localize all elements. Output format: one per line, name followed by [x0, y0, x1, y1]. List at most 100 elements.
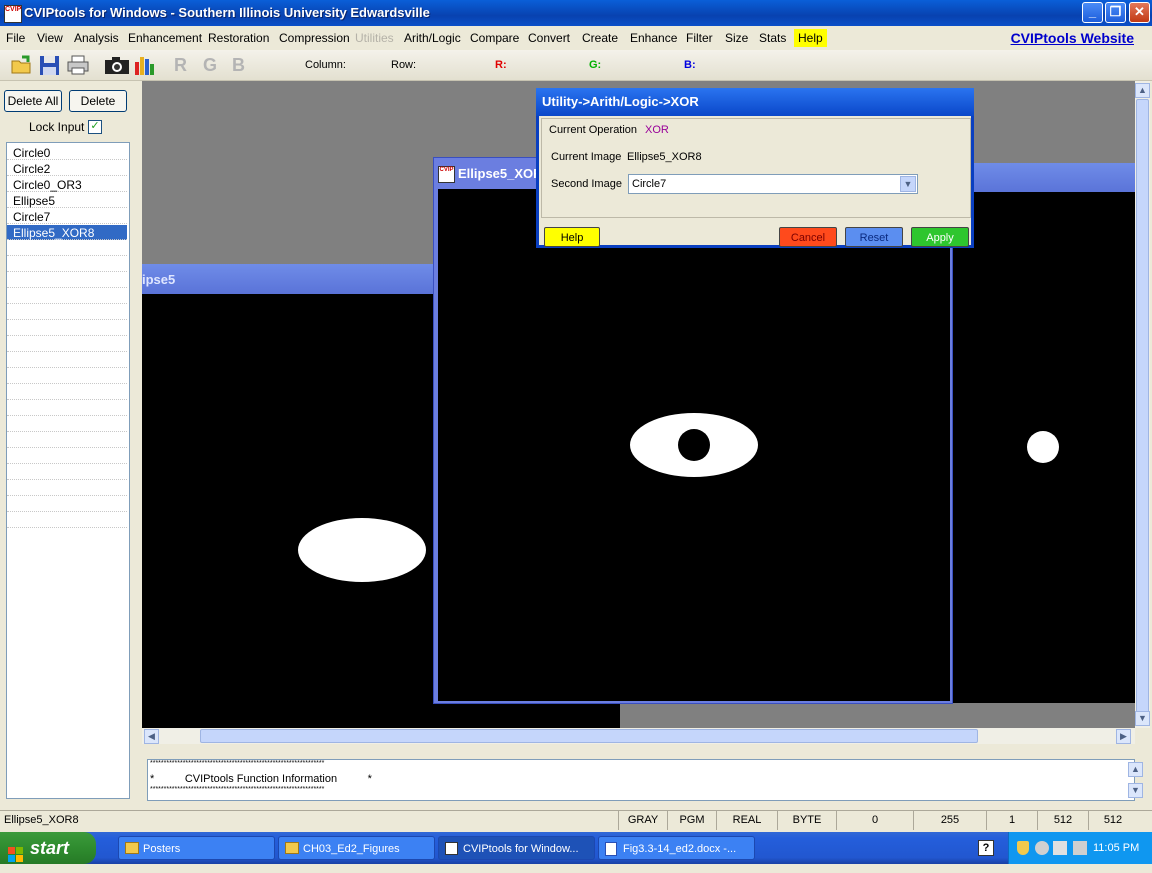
reset-button[interactable]: Reset: [845, 227, 903, 247]
folder-icon: [285, 842, 299, 854]
channel-b-button[interactable]: B: [232, 55, 245, 76]
histogram-icon[interactable]: [133, 54, 157, 76]
status-width: 512: [1037, 811, 1088, 830]
status-file-format: PGM: [667, 811, 716, 830]
horizontal-scrollbar[interactable]: ◀ ▶: [142, 728, 1135, 744]
menu-create[interactable]: Create: [582, 31, 618, 45]
dialog-title[interactable]: Utility->Arith/Logic->XOR: [536, 88, 974, 116]
app-icon[interactable]: CVIP: [4, 5, 22, 23]
menu-help[interactable]: Help: [794, 29, 827, 47]
help-icon[interactable]: ?: [978, 840, 994, 856]
title-bar[interactable]: CVIP CVIPtools for Windows - Southern Il…: [0, 0, 1152, 26]
image-list[interactable]: Circle0 Circle2 Circle0_OR3 Ellipse5 Cir…: [6, 142, 130, 799]
menu-file[interactable]: File: [6, 31, 25, 45]
scroll-left-arrow-icon[interactable]: ◀: [144, 729, 159, 744]
xor-dialog: Utility->Arith/Logic->XOR Current Operat…: [536, 88, 974, 248]
list-item[interactable]: Circle0_OR3: [7, 177, 127, 192]
list-item[interactable]: Circle2: [7, 161, 127, 176]
system-tray: 11:05 PM: [1008, 832, 1152, 864]
menu-compression[interactable]: Compression: [279, 31, 350, 45]
close-icon[interactable]: ✕: [1129, 2, 1150, 23]
second-image-select[interactable]: Circle7 ▼: [628, 174, 918, 194]
clock[interactable]: 11:05 PM: [1093, 842, 1139, 854]
cviptools-icon: [445, 842, 458, 855]
menu-utilities[interactable]: Utilities: [355, 31, 394, 45]
camera-icon[interactable]: [104, 54, 129, 76]
menu-stats[interactable]: Stats: [759, 31, 786, 45]
chevron-down-icon[interactable]: ▼: [900, 176, 916, 192]
menu-enhance[interactable]: Enhance: [630, 31, 677, 45]
info-border-top: ****************************************…: [150, 760, 325, 767]
column-label: Column:: [305, 59, 346, 71]
minimize-icon[interactable]: _: [1082, 2, 1103, 23]
shield-icon[interactable]: [1017, 841, 1029, 855]
open-folder-icon[interactable]: [10, 54, 34, 76]
scroll-up-arrow-icon[interactable]: ▲: [1135, 83, 1150, 98]
ellipse5-xor8-window-title: Ellipse5_XOR: [458, 166, 543, 181]
second-image-value: Circle7: [632, 178, 667, 190]
ellipse5-window-title: ipse5: [142, 272, 176, 287]
image-window-icon: CVIP: [438, 166, 455, 183]
menu-view[interactable]: View: [37, 31, 63, 45]
lock-input-checkbox[interactable]: ✓: [88, 120, 102, 134]
channel-g-button[interactable]: G: [203, 55, 217, 76]
task-word-document[interactable]: Fig3.3-14_ed2.docx -...: [598, 836, 755, 860]
status-min: 0: [836, 811, 913, 830]
channel-r-button[interactable]: R: [174, 55, 187, 76]
cancel-button[interactable]: Cancel: [779, 227, 837, 247]
list-item-selected[interactable]: Ellipse5_XOR8: [7, 225, 127, 240]
r-value-label: R:: [495, 59, 507, 71]
info-scroll-down-icon[interactable]: ▼: [1128, 783, 1143, 798]
horizontal-scroll-thumb[interactable]: [200, 729, 978, 743]
task-cviptools[interactable]: CVIPtools for Window...: [438, 836, 595, 860]
xor-hole-shape: [678, 429, 710, 461]
scroll-right-arrow-icon[interactable]: ▶: [1116, 729, 1131, 744]
image-list-panel: Delete All Delete Lock Input ✓ Circle0 C…: [0, 81, 138, 807]
network-icon[interactable]: [1053, 841, 1067, 855]
menu-bar: File View Analysis Enhancement Restorati…: [0, 27, 1152, 49]
print-icon[interactable]: [66, 54, 90, 76]
status-bands: 1: [986, 811, 1037, 830]
status-max: 255: [913, 811, 986, 830]
speaker-icon[interactable]: [1035, 841, 1049, 855]
start-label: start: [30, 838, 70, 858]
help-button[interactable]: Help: [544, 227, 600, 247]
scroll-down-arrow-icon[interactable]: ▼: [1135, 711, 1150, 726]
menu-arith-logic[interactable]: Arith/Logic: [404, 31, 461, 45]
list-item[interactable]: Ellipse5: [7, 193, 127, 208]
folder-icon: [125, 842, 139, 854]
menu-compare[interactable]: Compare: [470, 31, 519, 45]
menu-enhancement[interactable]: Enhancement: [128, 31, 202, 45]
lock-input-label: Lock Input: [29, 120, 85, 134]
menu-restoration[interactable]: Restoration: [208, 31, 269, 45]
task-label: Fig3.3-14_ed2.docx -...: [623, 843, 737, 855]
menu-filter[interactable]: Filter: [686, 31, 713, 45]
save-disk-icon[interactable]: [38, 54, 62, 76]
ellipse5-xor8-image[interactable]: [438, 189, 950, 701]
word-doc-icon: [605, 842, 617, 856]
task-posters[interactable]: Posters: [118, 836, 275, 860]
delete-button[interactable]: Delete: [69, 90, 127, 112]
vertical-scroll-thumb[interactable]: [1136, 99, 1149, 717]
apply-button[interactable]: Apply: [911, 227, 969, 247]
circle7-image[interactable]: [950, 192, 1135, 703]
menu-convert[interactable]: Convert: [528, 31, 570, 45]
function-info-panel[interactable]: ****************************************…: [147, 759, 1143, 801]
tray-app-icon[interactable]: [1073, 841, 1087, 855]
task-label: Posters: [143, 843, 181, 855]
b-value-label: B:: [684, 59, 696, 71]
delete-all-button[interactable]: Delete All: [4, 90, 62, 112]
vertical-scrollbar[interactable]: ▲ ▼: [1135, 81, 1150, 728]
restore-icon[interactable]: ❐: [1105, 2, 1126, 23]
menu-size[interactable]: Size: [725, 31, 748, 45]
website-link[interactable]: CVIPtools Website: [1011, 30, 1134, 46]
start-button[interactable]: start: [0, 832, 96, 864]
circle-shape: [1027, 431, 1059, 463]
list-item[interactable]: Circle7: [7, 209, 127, 224]
status-height: 512: [1088, 811, 1137, 830]
status-image-name: Ellipse5_XOR8: [4, 814, 79, 826]
info-scroll-up-icon[interactable]: ▲: [1128, 762, 1143, 777]
menu-analysis[interactable]: Analysis: [74, 31, 119, 45]
task-ch03-figures[interactable]: CH03_Ed2_Figures: [278, 836, 435, 860]
list-item[interactable]: Circle0: [7, 145, 127, 160]
